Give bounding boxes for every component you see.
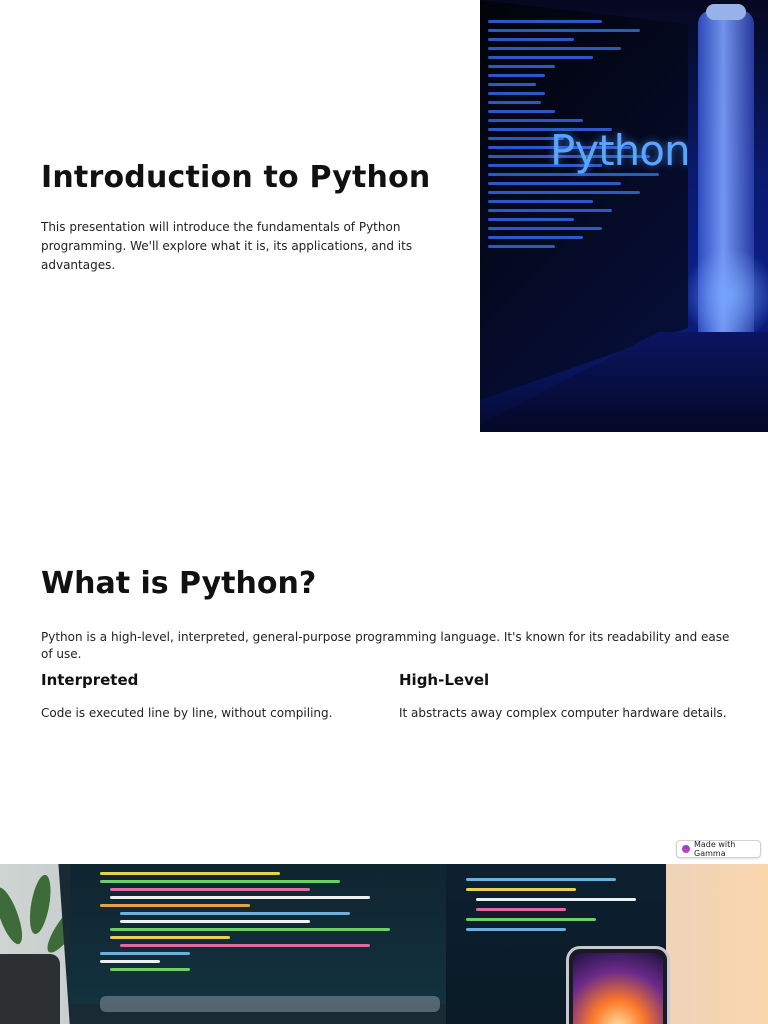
feature-interpreted: Interpreted Code is executed line by lin… bbox=[41, 670, 371, 722]
feature-text: Code is executed line by line, without c… bbox=[41, 706, 333, 720]
slide-body-text: Python is a high-level, interpreted, gen… bbox=[41, 630, 730, 661]
laptop-dock bbox=[100, 996, 440, 1012]
presentation-page: Introduction to Python This presentation… bbox=[0, 0, 768, 1024]
slide-title: Introduction to Python bbox=[41, 160, 431, 195]
feature-high-level: High-Level It abstracts away complex com… bbox=[399, 670, 729, 722]
laptop-shape bbox=[58, 864, 458, 1024]
feature-title: High-Level bbox=[399, 671, 490, 689]
plant-leaf bbox=[26, 873, 55, 936]
python-code-monitor-image: Python bbox=[480, 0, 768, 432]
city-lights-glow bbox=[680, 250, 768, 340]
slide-introduction: Introduction to Python This presentation… bbox=[0, 0, 768, 432]
badge-label: Made with Gamma bbox=[694, 840, 736, 858]
slide-what-is-python: What is Python? Python is a high-level, … bbox=[0, 432, 768, 864]
python-word-on-screen: Python bbox=[550, 126, 690, 175]
laptop-screen bbox=[70, 864, 446, 1012]
slide-title: What is Python? bbox=[41, 566, 317, 601]
phone-screen bbox=[573, 953, 663, 1024]
plant-leaf bbox=[0, 884, 28, 948]
made-with-gamma-badge[interactable]: Made with Gamma bbox=[676, 840, 761, 858]
slide-body-text: This presentation will introduce the fun… bbox=[41, 220, 413, 272]
gamma-logo-icon bbox=[682, 845, 690, 853]
smartphone bbox=[566, 946, 670, 1024]
plant-pot bbox=[0, 954, 60, 1024]
feature-title: Interpreted bbox=[41, 671, 139, 689]
laptop-code-workspace-image bbox=[0, 864, 768, 1024]
feature-text: It abstracts away complex computer hardw… bbox=[399, 706, 727, 720]
